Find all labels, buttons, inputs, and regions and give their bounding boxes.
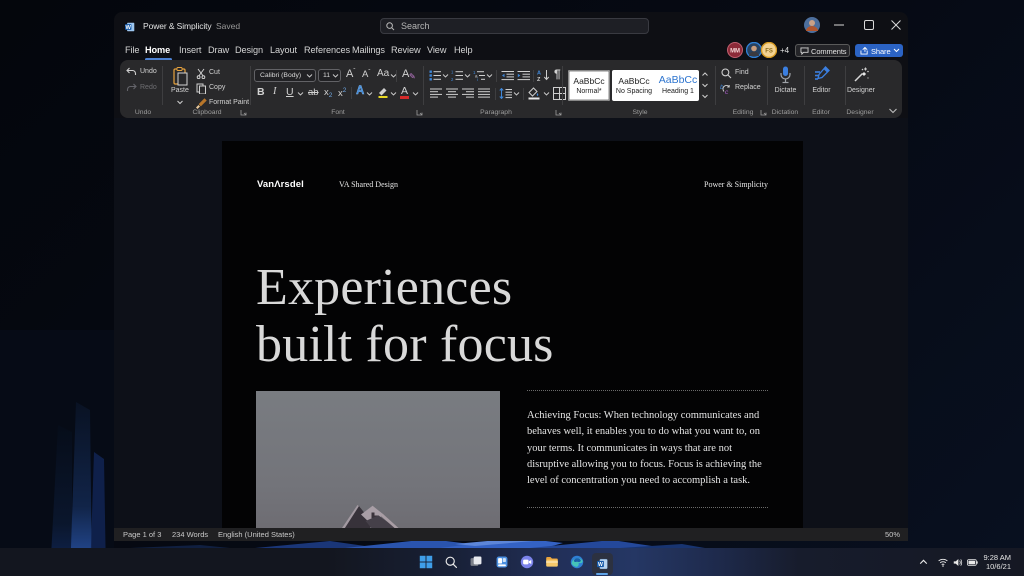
- svg-text:c: c: [725, 89, 729, 95]
- svg-text:i: i: [477, 77, 478, 81]
- svg-text:W: W: [598, 562, 603, 568]
- svg-text:W: W: [126, 25, 132, 31]
- svg-text:Z: Z: [537, 77, 541, 82]
- svg-text:2: 2: [451, 77, 454, 81]
- svg-text:1: 1: [451, 70, 454, 75]
- svg-text:A: A: [537, 71, 541, 77]
- svg-text:MM: MM: [730, 49, 740, 55]
- svg-text:FS: FS: [765, 49, 773, 55]
